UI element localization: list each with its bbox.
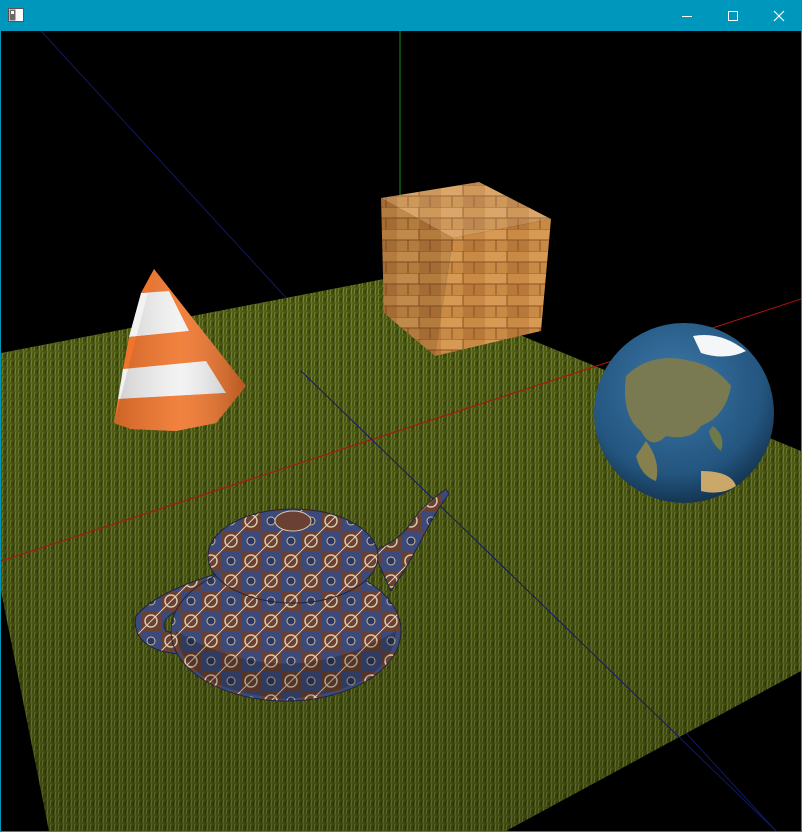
app-window	[0, 0, 802, 832]
close-button[interactable]	[756, 0, 802, 31]
scene-canvas[interactable]	[1, 31, 801, 831]
app-icon	[8, 8, 24, 22]
maximize-icon	[728, 10, 738, 21]
close-icon	[773, 10, 785, 21]
wooden-crate	[381, 182, 551, 356]
maximize-button[interactable]	[710, 0, 756, 31]
earth-globe	[594, 323, 774, 503]
minimize-icon	[682, 15, 692, 17]
3d-viewport[interactable]	[1, 31, 801, 831]
title-bar[interactable]	[0, 0, 802, 31]
minimize-button[interactable]	[664, 0, 710, 31]
